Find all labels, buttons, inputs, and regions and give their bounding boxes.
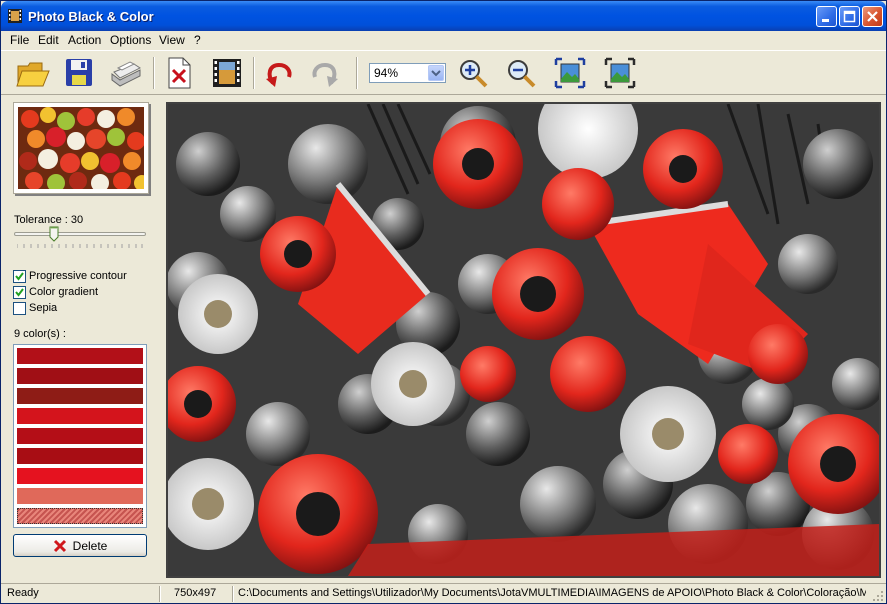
photo-canvas[interactable] xyxy=(166,102,881,578)
toolbar-separator xyxy=(153,57,155,89)
zoom-in-button[interactable] xyxy=(455,55,491,91)
delete-label: Delete xyxy=(72,538,108,553)
image-view-area[interactable] xyxy=(161,96,886,582)
close-button[interactable] xyxy=(862,6,883,27)
actual-size-icon xyxy=(604,57,636,89)
resize-grip-icon[interactable] xyxy=(872,590,884,602)
open-button[interactable] xyxy=(15,55,51,91)
delete-button[interactable]: Delete xyxy=(13,534,147,557)
save-disk-icon xyxy=(66,59,92,86)
left-panel: Tolerance : 30 Progressive contour Color… xyxy=(1,96,161,582)
maximize-button[interactable] xyxy=(839,6,860,27)
progressive-contour-label: Progressive contour xyxy=(29,270,127,282)
open-folder-icon xyxy=(16,62,50,87)
film-button[interactable] xyxy=(209,55,245,91)
colors-count-label: 9 color(s) : xyxy=(14,328,66,340)
thumbnail-image xyxy=(18,107,144,189)
status-file-path: C:\Documents and Settings\Utilizador\My … xyxy=(238,587,866,599)
progressive-contour-checkbox[interactable] xyxy=(13,270,26,283)
save-button[interactable] xyxy=(61,55,97,91)
color-swatch[interactable] xyxy=(17,388,143,404)
status-state: Ready xyxy=(7,587,39,599)
print-icon xyxy=(111,61,141,87)
color-gradient-checkbox[interactable] xyxy=(13,286,26,299)
status-bar: Ready 750x497 C:\Documents and Settings\… xyxy=(1,583,886,603)
tolerance-ticks xyxy=(17,244,143,248)
menu-action[interactable]: Action xyxy=(68,33,101,47)
maximize-icon xyxy=(843,10,856,23)
fruit-photo xyxy=(168,104,879,576)
checkmark-icon xyxy=(15,272,24,281)
undo-icon xyxy=(266,62,292,87)
minimize-button[interactable] xyxy=(816,6,837,27)
zoom-out-button[interactable] xyxy=(503,55,539,91)
menu-help[interactable]: ? xyxy=(194,33,201,47)
zoom-select[interactable]: 94% xyxy=(369,63,446,83)
app-window: Photo Black & Color File Edit Action Opt… xyxy=(0,0,887,604)
redo-button[interactable] xyxy=(307,55,343,91)
print-button[interactable] xyxy=(107,55,143,91)
color-list[interactable] xyxy=(13,344,147,528)
zoom-value: 94% xyxy=(374,66,399,80)
film-app-icon xyxy=(8,9,22,23)
actual-size-button[interactable] xyxy=(602,55,638,91)
film-icon xyxy=(213,59,241,87)
menu-edit[interactable]: Edit xyxy=(38,33,59,47)
close-icon xyxy=(867,11,878,22)
color-swatch[interactable] xyxy=(17,368,143,384)
checkmark-icon xyxy=(15,288,24,297)
color-swatch[interactable] xyxy=(17,468,143,484)
redo-icon xyxy=(312,62,338,87)
color-swatch[interactable] xyxy=(17,448,143,464)
toolbar-separator xyxy=(253,57,255,89)
color-swatch[interactable] xyxy=(17,348,143,364)
thumbnail-preview[interactable] xyxy=(13,102,149,194)
toolbar-separator xyxy=(356,57,358,89)
window-title: Photo Black & Color xyxy=(28,9,154,24)
zoom-dropdown-button[interactable] xyxy=(428,65,444,81)
color-gradient-label: Color gradient xyxy=(29,286,99,298)
color-swatch[interactable] xyxy=(17,408,143,424)
color-swatch[interactable] xyxy=(17,428,143,444)
tolerance-label: Tolerance : 30 xyxy=(14,214,84,226)
zoom-out-icon xyxy=(508,60,536,88)
sepia-label: Sepia xyxy=(29,302,58,314)
sepia-checkbox[interactable] xyxy=(13,302,26,315)
fit-window-icon xyxy=(554,57,586,89)
minimize-icon xyxy=(822,19,829,22)
tolerance-slider-thumb[interactable] xyxy=(49,226,59,242)
menu-options[interactable]: Options xyxy=(110,33,151,47)
menu-file[interactable]: File xyxy=(10,33,29,47)
fit-window-button[interactable] xyxy=(552,55,588,91)
color-swatch[interactable] xyxy=(17,488,143,504)
status-dimensions: 750x497 xyxy=(174,587,217,599)
toolbar: 94% xyxy=(1,50,886,95)
tolerance-slider-track[interactable] xyxy=(14,232,146,236)
delete-x-icon xyxy=(53,539,66,552)
undo-button[interactable] xyxy=(261,55,297,91)
status-separator xyxy=(159,586,161,602)
new-document-button[interactable] xyxy=(161,55,197,91)
new-document-icon xyxy=(168,57,191,89)
zoom-in-icon xyxy=(460,60,488,88)
status-separator xyxy=(232,586,234,602)
color-swatch-selected[interactable] xyxy=(17,508,143,524)
menu-view[interactable]: View xyxy=(159,33,185,47)
chevron-down-icon xyxy=(431,70,441,77)
menu-bar: File Edit Action Options View ? xyxy=(1,31,886,50)
title-bar[interactable]: Photo Black & Color xyxy=(1,1,886,31)
